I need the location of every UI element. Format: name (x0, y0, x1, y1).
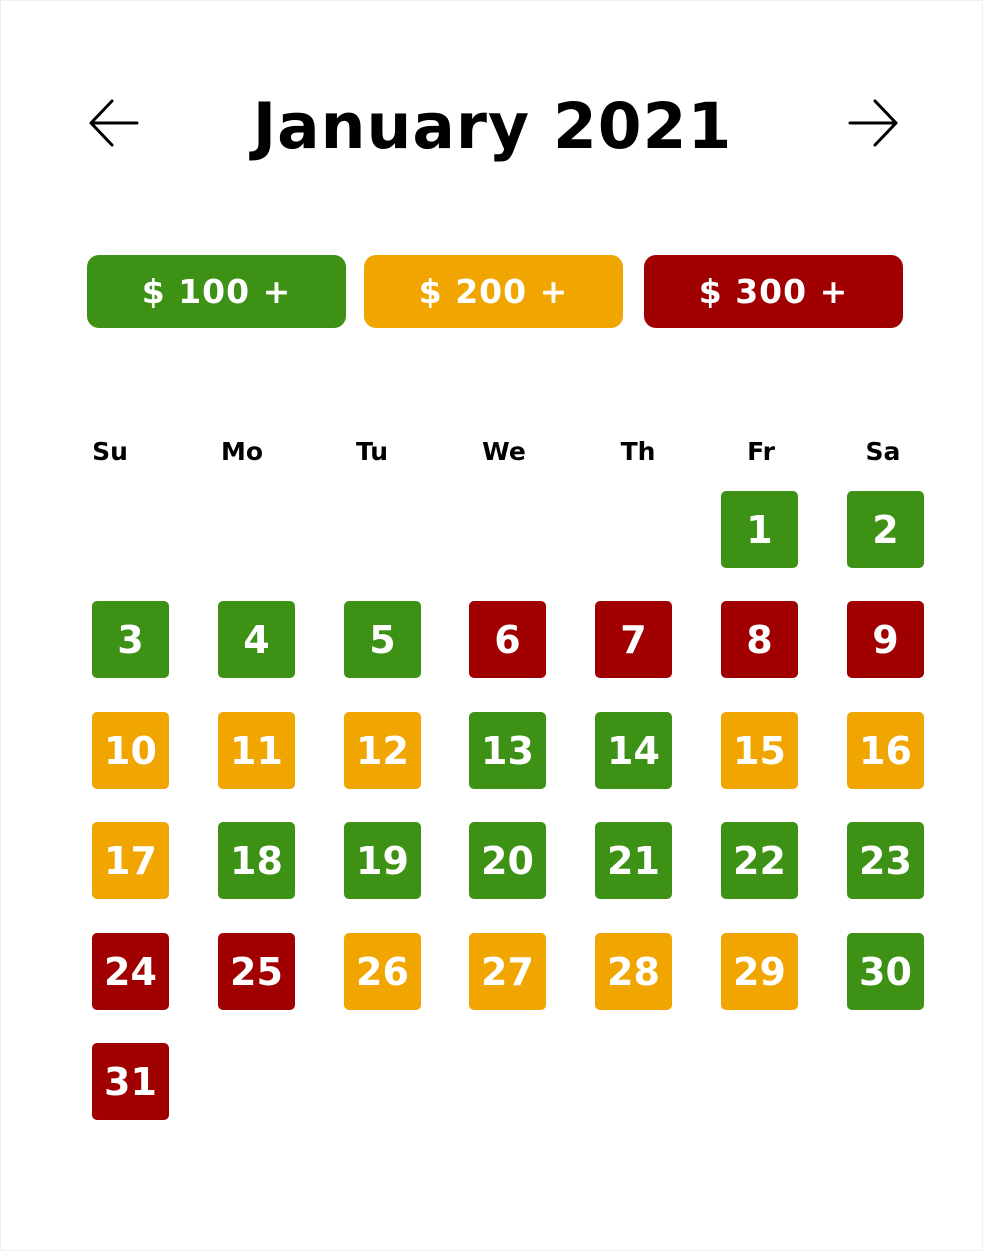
legend-300-plus-button[interactable]: $ 300 + (644, 255, 903, 328)
day-cell[interactable]: 24 (92, 933, 169, 1010)
day-cell[interactable]: 22 (721, 822, 798, 899)
day-cell[interactable]: 29 (721, 933, 798, 1010)
day-cell[interactable]: 9 (847, 601, 924, 678)
day-cell[interactable]: 1 (721, 491, 798, 568)
day-cell[interactable]: 16 (847, 712, 924, 789)
day-cell[interactable]: 27 (469, 933, 546, 1010)
day-cell[interactable]: 15 (721, 712, 798, 789)
weekday-saturday: Sa (865, 437, 901, 466)
weekday-friday: Fr (747, 437, 775, 466)
day-cell[interactable]: 17 (92, 822, 169, 899)
legend-100-plus-button[interactable]: $ 100 + (87, 255, 346, 328)
weekday-wednesday: We (482, 437, 526, 466)
day-cell[interactable]: 28 (595, 933, 672, 1010)
day-cell[interactable]: 25 (218, 933, 295, 1010)
day-cell[interactable]: 26 (344, 933, 421, 1010)
legend-200-plus-button[interactable]: $ 200 + (364, 255, 623, 328)
day-cell[interactable]: 21 (595, 822, 672, 899)
day-cell[interactable]: 2 (847, 491, 924, 568)
day-cell[interactable]: 14 (595, 712, 672, 789)
day-cell[interactable]: 12 (344, 712, 421, 789)
day-cell[interactable]: 8 (721, 601, 798, 678)
day-cell[interactable]: 6 (469, 601, 546, 678)
day-cell[interactable]: 5 (344, 601, 421, 678)
weekday-tuesday: Tu (355, 437, 389, 466)
day-cell[interactable]: 4 (218, 601, 295, 678)
day-cell[interactable]: 31 (92, 1043, 169, 1120)
arrow-left-icon[interactable] (87, 96, 141, 150)
month-title: January 2021 (252, 90, 733, 163)
day-cell[interactable]: 13 (469, 712, 546, 789)
weekday-thursday: Th (620, 437, 656, 466)
weekday-sunday: Su (92, 437, 128, 466)
calendar-card: January 2021 $ 100 + $ 200 + $ 300 + Su … (0, 0, 983, 1251)
day-cell[interactable]: 10 (92, 712, 169, 789)
day-cell[interactable]: 3 (92, 601, 169, 678)
day-cell[interactable]: 20 (469, 822, 546, 899)
day-cell[interactable]: 7 (595, 601, 672, 678)
day-cell[interactable]: 30 (847, 933, 924, 1010)
weekday-monday: Mo (220, 437, 264, 466)
day-cell[interactable]: 19 (344, 822, 421, 899)
day-cell[interactable]: 23 (847, 822, 924, 899)
day-cell[interactable]: 11 (218, 712, 295, 789)
arrow-right-icon[interactable] (846, 96, 900, 150)
day-cell[interactable]: 18 (218, 822, 295, 899)
